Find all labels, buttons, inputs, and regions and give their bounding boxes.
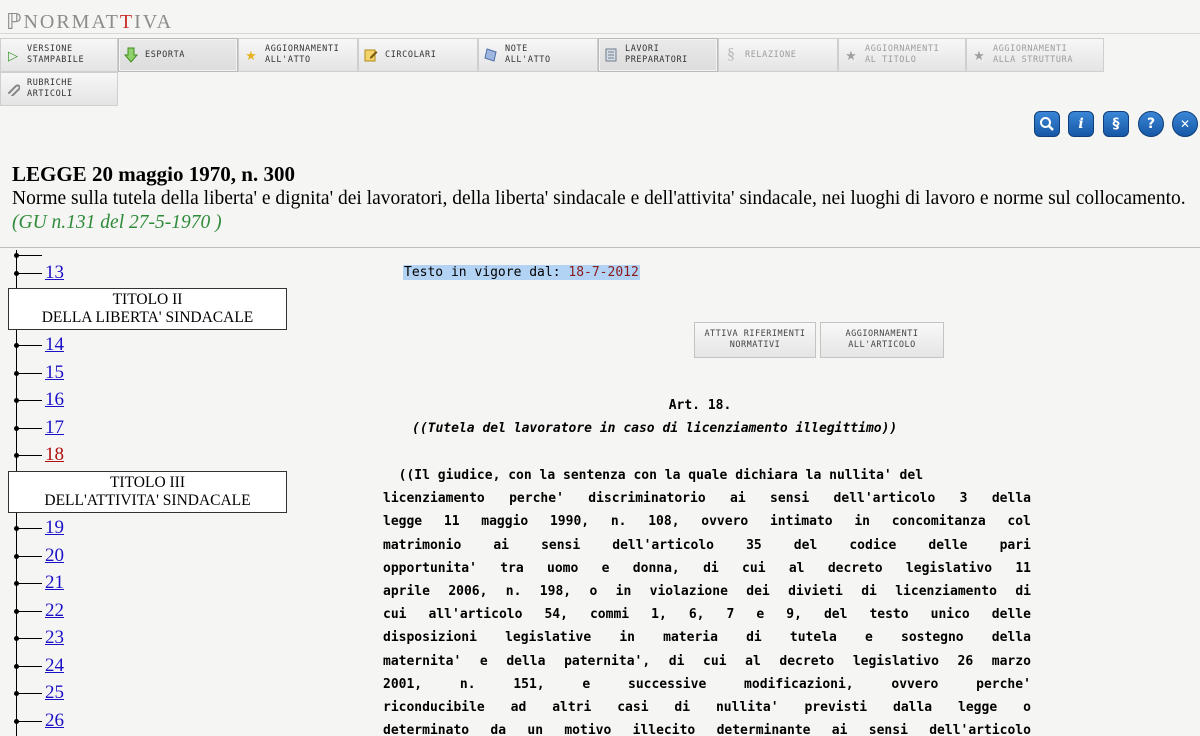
article-line: licenziamento perche' discriminatorio ai sen… xyxy=(383,491,1031,507)
article-line: riconducibile ad altri casi di nullita' previs… xyxy=(383,699,1031,715)
article-link[interactable]: 20 xyxy=(45,545,64,567)
logo-mark: ℙ xyxy=(6,9,22,34)
titolo-iii-box[interactable]: TITOLO III DELL'ATTIVITA' SINDACALE xyxy=(8,471,287,513)
article-link[interactable]: 14 xyxy=(45,334,64,356)
info-icon[interactable]: i xyxy=(1068,111,1094,137)
article-line: matrimonio ai sensi dell'articolo 35 del codic… xyxy=(383,537,1031,553)
article-line: 2001, n. 151, e successive modificazioni, ovve… xyxy=(383,676,1031,692)
attiva-riferimenti-button[interactable]: ATTIVA RIFERIMENTI NORMATIVI xyxy=(694,322,816,358)
article-link[interactable]: 19 xyxy=(45,517,64,539)
article-link[interactable]: 15 xyxy=(45,362,64,384)
star-icon: ★ xyxy=(245,47,257,63)
search-icon[interactable] xyxy=(1034,111,1060,137)
article-line: ((Il giudice, con la sentenza con la qua… xyxy=(383,468,924,483)
aggiornamenti-atto-button[interactable]: ★ AGGIORNAMENTI ALL'ATTO xyxy=(238,38,358,72)
document-icon xyxy=(603,47,619,63)
article-link[interactable]: 23 xyxy=(45,627,64,649)
tree-item[interactable]: 23 xyxy=(14,626,64,650)
aggiornamenti-struttura-button[interactable]: ★ AGGIORNAMENTI ALLA STRUTTURA xyxy=(966,38,1104,72)
vigore-date: 18-7-2012 xyxy=(568,265,639,280)
close-icon[interactable]: ✕ xyxy=(1172,111,1198,137)
article-line: cui all'articolo 54, commi 1, 6, 7 e 9, del testo u… xyxy=(383,607,1031,623)
tree-item[interactable]: 14 xyxy=(14,333,64,357)
article-link[interactable]: 13 xyxy=(45,262,64,284)
relazione-button[interactable]: § RELAZIONE xyxy=(718,38,838,72)
tree-item[interactable]: 20 xyxy=(14,544,64,568)
article-line: determinato da un motivo illecito determinant… xyxy=(383,723,1031,736)
tree-item[interactable]: 17 xyxy=(14,416,64,440)
article-number: Art. 18. xyxy=(668,398,732,413)
aggiornamenti-titolo-button[interactable]: ★ AGGIORNAMENTI AL TITOLO xyxy=(838,38,966,72)
tree-item-current[interactable]: 18 xyxy=(14,443,64,467)
link-icon[interactable]: § xyxy=(1103,111,1129,137)
rubriche-articoli-button[interactable]: RUBRICHE ARTICOLI xyxy=(0,72,118,106)
article-line: aprile 2006, n. 198, o in violazione dei divieti… xyxy=(383,583,1031,599)
article-line: opportunita' tra uomo e donna, di cui al decreto… xyxy=(383,560,1031,576)
tree-item[interactable]: 26 xyxy=(14,709,64,733)
article-line: legge 11 maggio 1990, n. 108, ovvero intimato in… xyxy=(383,514,1031,530)
lavori-preparatori-button[interactable]: LAVORI PREPARATORI xyxy=(598,38,718,72)
tree-item[interactable]: 21 xyxy=(14,571,64,595)
tree-item[interactable]: 22 xyxy=(14,599,64,623)
help-icon[interactable]: ? xyxy=(1138,111,1164,137)
logo-text: NORMATTIVA xyxy=(23,10,174,33)
star-icon: ★ xyxy=(973,47,985,63)
testo-in-vigore: Testo in vigore dal: 18-7-2012 xyxy=(403,265,640,280)
article-body: ((Il giudice, con la sentenza con la qua… xyxy=(383,464,1031,736)
versione-stampabile-button[interactable]: ▷ VERSIONE STAMPABILE xyxy=(0,38,118,72)
law-description: Norme sulla tutela della liberta' e dign… xyxy=(12,188,1186,233)
article-line: maternita' e della paternita', di cui al decret… xyxy=(383,653,1031,669)
titolo-ii-box[interactable]: TITOLO II DELLA LIBERTA' SINDACALE xyxy=(8,288,287,330)
law-title: LEGGE 20 maggio 1970, n. 300 xyxy=(12,162,295,186)
section-divider xyxy=(0,247,1200,248)
aggiornamenti-articolo-button[interactable]: AGGIORNAMENTI ALL'ARTICOLO xyxy=(820,322,944,358)
article-title: ((Tutela del lavoratore in caso di licen… xyxy=(412,421,898,436)
article-link[interactable]: 24 xyxy=(45,655,64,677)
download-arrow-icon xyxy=(123,47,139,63)
gazzetta-ufficiale-ref[interactable]: (GU n.131 del 27-5-1970 ) xyxy=(12,212,222,233)
esporta-button[interactable]: ESPORTA xyxy=(118,38,238,72)
article-line: disposizioni legislative in materia di tutela… xyxy=(383,630,1031,646)
tree-item[interactable]: 19 xyxy=(14,516,64,540)
tree-item[interactable]: 25 xyxy=(14,681,64,705)
tree-item[interactable]: 24 xyxy=(14,654,64,678)
note-atto-button[interactable]: NOTE ALL'ATTO xyxy=(478,38,598,72)
article-link[interactable]: 26 xyxy=(45,710,64,732)
article-link-current[interactable]: 18 xyxy=(45,444,64,466)
circolari-button[interactable]: CIRCOLARI xyxy=(358,38,478,72)
paperclip-icon xyxy=(5,81,21,97)
edit-note-icon xyxy=(363,47,379,63)
star-icon: ★ xyxy=(845,47,857,63)
article-link[interactable]: 17 xyxy=(45,417,64,439)
section-icon: § xyxy=(727,46,735,63)
note-icon xyxy=(483,47,499,63)
tree-item[interactable]: 15 xyxy=(14,361,64,385)
tree-node-partial xyxy=(14,246,42,258)
article-link[interactable]: 22 xyxy=(45,600,64,622)
play-icon: ▷ xyxy=(8,47,18,63)
article-link[interactable]: 25 xyxy=(45,682,64,704)
tree-item[interactable]: 13 xyxy=(14,261,64,285)
article-link[interactable]: 21 xyxy=(45,572,64,594)
header-divider xyxy=(0,33,1200,34)
normattiva-logo[interactable]: ℙ NORMATTIVA xyxy=(6,8,173,36)
